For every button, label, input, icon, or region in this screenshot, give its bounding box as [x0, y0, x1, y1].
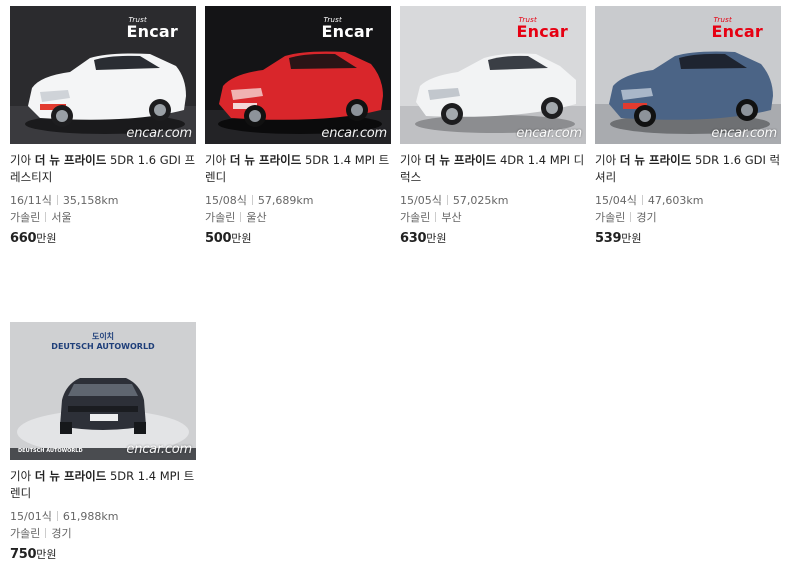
listing-card[interactable]: Trust Encar encar.com 기아 더 뉴 프라이드 5DR 1.6… [10, 6, 196, 246]
model-label: 더 뉴 프라이드 [34, 469, 107, 483]
make-label: 기아 [205, 153, 227, 167]
price: 750만원 [10, 546, 196, 562]
model-label: 더 뉴 프라이드 [424, 153, 497, 167]
make-label: 기아 [10, 153, 32, 167]
listing-grid: Trust Encar encar.com 기아 더 뉴 프라이드 5DR 1.6… [0, 0, 787, 582]
listing-card[interactable]: Trust Encar encar.com 기아 더 뉴 프라이드 5DR 1.4… [205, 6, 391, 246]
region-value: 경기 [636, 211, 657, 224]
model-label: 더 뉴 프라이드 [229, 153, 302, 167]
listing-meta: 15/01식 61,988km 가솔린 경기 [10, 508, 196, 542]
meta-divider [56, 511, 58, 521]
listing-card[interactable]: 도이치 DEUTSCH AUTOWORLD DEUTSCH AUTOWORLD … [10, 322, 196, 562]
fuel-value: 가솔린 [595, 211, 626, 224]
listing-meta: 15/08식 57,689km 가솔린 울산 [205, 192, 391, 226]
year-value: 16/11식 [10, 194, 52, 207]
dealer-name: DEUTSCH AUTOWORLD [51, 342, 155, 351]
fuel-value: 가솔린 [400, 211, 431, 224]
mileage-value: 57,025km [452, 194, 509, 207]
car-photo[interactable]: Trust Encar encar.com [595, 6, 781, 144]
meta-divider [45, 212, 47, 222]
meta-divider [251, 195, 253, 205]
region-value: 경기 [51, 527, 72, 540]
listing-title[interactable]: 기아 더 뉴 프라이드 5DR 1.6 GDI 프레스티지 [10, 152, 196, 186]
meta-divider [630, 212, 632, 222]
fuel-value: 가솔린 [10, 527, 41, 540]
year-value: 15/04식 [595, 194, 637, 207]
listing-title[interactable]: 기아 더 뉴 프라이드 5DR 1.4 MPI 트렌디 [205, 152, 391, 186]
make-label: 기아 [400, 153, 422, 167]
listing-title[interactable]: 기아 더 뉴 프라이드 5DR 1.4 MPI 트렌디 [10, 468, 196, 502]
price: 660만원 [10, 230, 196, 246]
make-label: 기아 [10, 469, 32, 483]
price-value: 539 [595, 231, 622, 246]
listing-meta: 16/11식 35,158km 가솔린 서울 [10, 192, 196, 226]
mileage-value: 57,689km [257, 194, 314, 207]
encar-logo: Trust Encar [321, 16, 373, 41]
encar-logo: Trust Encar [711, 16, 763, 41]
dealer-mark: DEUTSCH AUTOWORLD [18, 448, 83, 454]
region-value: 서울 [51, 211, 72, 224]
model-label: 더 뉴 프라이드 [34, 153, 107, 167]
listing-title[interactable]: 기아 더 뉴 프라이드 5DR 1.6 GDI 럭셔리 [595, 152, 781, 186]
meta-divider [45, 528, 47, 538]
listing-title[interactable]: 기아 더 뉴 프라이드 4DR 1.4 MPI 디럭스 [400, 152, 586, 186]
listing-meta: 15/05식 57,025km 가솔린 부산 [400, 192, 586, 226]
dealer-logo: 도이치 [91, 332, 115, 341]
year-value: 15/08식 [205, 194, 247, 207]
mileage-value: 61,988km [62, 510, 119, 523]
price-value: 750 [10, 547, 37, 562]
photo-watermark: encar.com [321, 126, 387, 141]
photo-watermark: encar.com [126, 442, 192, 457]
make-label: 기아 [595, 153, 617, 167]
fuel-value: 가솔린 [205, 211, 236, 224]
encar-logo: Trust Encar [126, 16, 178, 41]
car-photo[interactable]: Trust Encar encar.com [10, 6, 196, 144]
region-value: 부산 [441, 211, 462, 224]
price-unit: 만원 [621, 232, 642, 245]
listing-card[interactable]: Trust Encar encar.com 기아 더 뉴 프라이드 5DR 1.6… [595, 6, 781, 246]
year-value: 15/01식 [10, 510, 52, 523]
price: 630만원 [400, 230, 586, 246]
mileage-value: 35,158km [62, 194, 119, 207]
region-value: 울산 [246, 211, 267, 224]
fuel-value: 가솔린 [10, 211, 41, 224]
meta-divider [56, 195, 58, 205]
listing-card[interactable]: Trust Encar encar.com 기아 더 뉴 프라이드 4DR 1.4… [400, 6, 586, 246]
meta-divider [446, 195, 448, 205]
photo-watermark: encar.com [126, 126, 192, 141]
model-label: 더 뉴 프라이드 [619, 153, 692, 167]
price: 500만원 [205, 230, 391, 246]
listing-meta: 15/04식 47,603km 가솔린 경기 [595, 192, 781, 226]
encar-logo: Trust Encar [516, 16, 568, 41]
meta-divider [240, 212, 242, 222]
photo-watermark: encar.com [516, 126, 582, 141]
price: 539만원 [595, 230, 781, 246]
price-value: 630 [400, 231, 427, 246]
price-unit: 만원 [231, 232, 252, 245]
meta-divider [435, 212, 437, 222]
meta-divider [641, 195, 643, 205]
price-unit: 만원 [36, 548, 57, 561]
year-value: 15/05식 [400, 194, 442, 207]
mileage-value: 47,603km [647, 194, 704, 207]
price-value: 500 [205, 231, 232, 246]
car-photo[interactable]: Trust Encar encar.com [400, 6, 586, 144]
car-photo[interactable]: 도이치 DEUTSCH AUTOWORLD DEUTSCH AUTOWORLD … [10, 322, 196, 460]
photo-watermark: encar.com [711, 126, 777, 141]
price-unit: 만원 [426, 232, 447, 245]
price-value: 660 [10, 231, 37, 246]
car-photo[interactable]: Trust Encar encar.com [205, 6, 391, 144]
price-unit: 만원 [36, 232, 57, 245]
